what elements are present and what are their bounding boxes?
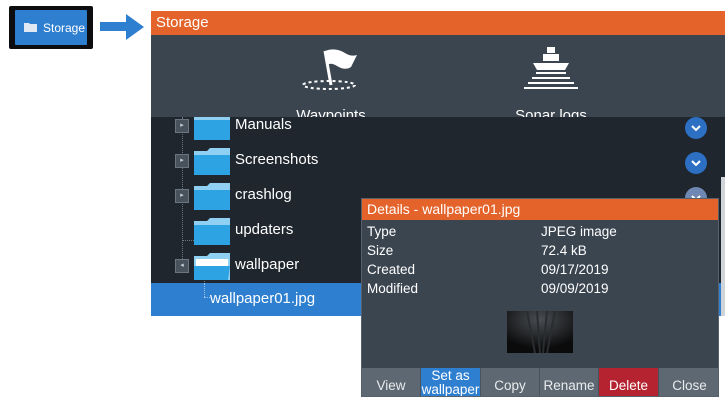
open-folder-icon (194, 253, 230, 280)
detail-value: JPEG image (541, 224, 617, 239)
expand-toggle[interactable]: ▸ (175, 154, 189, 168)
expand-toggle[interactable]: ▸ (175, 189, 189, 203)
detail-key: Type (367, 224, 397, 239)
expand-toggle[interactable]: ▸ (175, 119, 189, 133)
sonar-logs-tile[interactable]: Sonar logs (471, 35, 631, 127)
storage-button-face[interactable]: Storage (15, 10, 87, 45)
detail-value: 09/17/2019 (541, 262, 609, 277)
details-dialog: Details - wallpaper01.jpg Type JPEG imag… (361, 198, 719, 397)
arrow-right-icon (100, 14, 144, 40)
storage-title: Storage (151, 11, 725, 35)
detail-row-type: Type JPEG image (367, 224, 717, 243)
set-as-wallpaper-button[interactable]: Set as wallpaper (421, 368, 481, 396)
storage-button-label: Storage (43, 20, 86, 35)
detail-row-created: Created 09/17/2019 (367, 262, 717, 281)
image-thumbnail (507, 311, 573, 353)
tree-connector (204, 283, 205, 297)
tree-item-label: wallpaper (235, 256, 300, 273)
tree-item-manuals[interactable]: ▸ Manuals (151, 117, 725, 143)
folder-icon (194, 148, 230, 175)
waypoints-tile[interactable]: Waypoints (251, 35, 411, 127)
folder-icon (194, 117, 230, 140)
tree-item-label: updaters (235, 221, 294, 238)
chevron-down-icon[interactable] (685, 117, 707, 139)
scrollbar[interactable] (721, 177, 725, 316)
close-button[interactable]: Close (659, 368, 718, 396)
detail-key: Created (367, 262, 416, 277)
sonar-boat-icon (524, 47, 578, 89)
delete-button[interactable]: Delete (599, 368, 659, 396)
detail-row-size: Size 72.4 kB (367, 243, 717, 262)
detail-row-modified: Modified 09/09/2019 (367, 281, 717, 300)
details-action-bar: View Set as wallpaper Copy Rename Delete… (362, 368, 718, 396)
copy-button[interactable]: Copy (481, 368, 540, 396)
detail-key: Modified (367, 281, 419, 296)
details-title: Details - wallpaper01.jpg (362, 199, 718, 220)
folder-icon (194, 183, 230, 210)
tree-item-label: crashlog (235, 186, 292, 203)
folder-icon (194, 218, 230, 245)
tree-item-label: Manuals (235, 117, 292, 133)
tree-item-screenshots[interactable]: ▸ Screenshots (151, 143, 725, 178)
set-wallpaper-label-line2: wallpaper (421, 382, 480, 397)
view-button[interactable]: View (362, 368, 421, 396)
tree-item-label: wallpaper01.jpg (210, 290, 316, 307)
storage-tiles: Waypoints Sonar logs (151, 35, 725, 127)
collapse-toggle[interactable]: ◂ (175, 259, 189, 273)
detail-value: 09/09/2019 (541, 281, 609, 296)
detail-key: Size (367, 243, 394, 258)
chevron-down-icon[interactable] (685, 152, 707, 174)
tree-item-label: Screenshots (235, 151, 319, 168)
storage-sidebar-button[interactable]: Storage (9, 6, 93, 49)
detail-value: 72.4 kB (541, 243, 587, 258)
rename-button[interactable]: Rename (540, 368, 599, 396)
waypoint-flag-icon (302, 49, 357, 90)
folder-icon (24, 19, 37, 37)
set-wallpaper-label-line1: Set as (431, 368, 470, 383)
